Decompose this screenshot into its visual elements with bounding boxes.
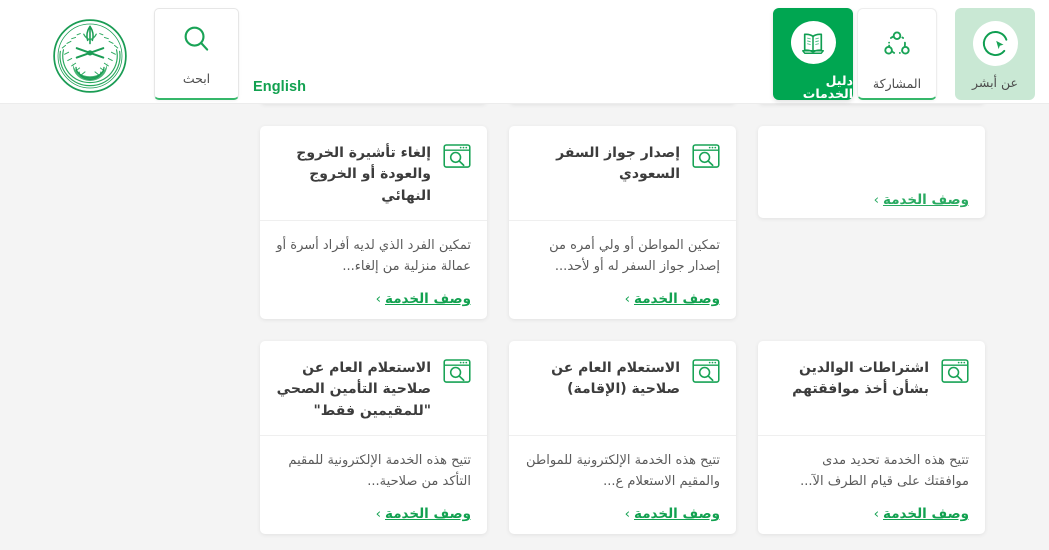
service-card-description: تتيح هذه الخدمة الإلكترونية للمقيم التأك… [288, 452, 471, 489]
nav-tile-participation-label: المشاركة [872, 76, 922, 91]
service-card[interactable]: إصدار جواز السفر السعودي تمكين المواطن أ… [509, 126, 736, 319]
services-card-grid: وصف الخدمة› وصف الخدمة› [0, 104, 1049, 550]
service-card[interactable]: الاستعلام العام عن صلاحية التأمين الصحي … [260, 341, 487, 534]
service-card-body: تتيح هذه الخدمة تحديد مدى موافقتك على قي… [758, 436, 985, 534]
service-card-title: إلغاء تأشيرة الخروج والعودة أو الخروج ال… [296, 145, 431, 204]
service-description-link-label: وصف الخدمة [883, 506, 969, 522]
browser-search-icon [941, 358, 969, 386]
service-card-title: إصدار جواز السفر السعودي [556, 145, 680, 183]
chevron-left-icon: › [375, 506, 382, 522]
chevron-left-icon: › [624, 506, 631, 522]
service-card[interactable]: اشتراطات الوالدين بشأن أخذ موافقتهم تتيح… [758, 341, 985, 534]
nav-tile-services-guide-label: دليل الخدمات [802, 73, 853, 101]
saudi-ministry-of-interior-emblem [51, 17, 129, 95]
cursor-circle-icon [972, 21, 1018, 66]
nav-tile-services-guide[interactable]: دليل الخدمات [773, 8, 853, 100]
service-card-description: تتيح هذه الخدمة تحديد مدى موافقتك على قي… [800, 452, 969, 489]
browser-search-icon [692, 358, 720, 386]
chevron-left-icon: › [873, 506, 880, 522]
open-book-icon [790, 21, 836, 64]
browser-search-icon [443, 143, 471, 171]
service-card-header: اشتراطات الوالدين بشأن أخذ موافقتهم [758, 341, 985, 436]
service-description-link-label: وصف الخدمة [385, 291, 471, 307]
chevron-left-icon: › [624, 291, 631, 307]
service-card-title: الاستعلام العام عن صلاحية (الإقامة) [551, 360, 680, 398]
service-card-description: تمكين المواطن أو ولي أمره من إصدار جواز … [549, 237, 720, 274]
service-description-link[interactable]: وصف الخدمة› [276, 277, 471, 307]
service-description-link-label: وصف الخدمة [385, 506, 471, 522]
share-nodes-icon [875, 22, 920, 67]
service-description-link[interactable]: وصف الخدمة› [774, 492, 969, 522]
nav-tile-participation[interactable]: المشاركة [857, 8, 937, 100]
service-card-header: الاستعلام العام عن صلاحية التأمين الصحي … [260, 341, 487, 436]
service-card-body: تتيح هذه الخدمة الإلكترونية للمقيم التأك… [260, 436, 487, 534]
service-card[interactable]: الاستعلام العام عن صلاحية (الإقامة) تتيح… [509, 341, 736, 534]
service-description-link-label: وصف الخدمة [634, 506, 720, 522]
service-card-header: الاستعلام العام عن صلاحية (الإقامة) [509, 341, 736, 436]
browser-search-icon [443, 358, 471, 386]
service-description-link[interactable]: وصف الخدمة› [525, 492, 720, 522]
service-card-body: وصف الخدمة› [758, 126, 985, 218]
next-row-teaser [0, 546, 1049, 550]
service-card-header: إصدار جواز السفر السعودي [509, 126, 736, 221]
chevron-left-icon: › [375, 291, 382, 307]
service-card-title: اشتراطات الوالدين بشأن أخذ موافقتهم [792, 360, 929, 398]
search-button-label: ابحث [182, 70, 211, 86]
service-description-link[interactable]: وصف الخدمة› [525, 277, 720, 307]
service-description-link-label: وصف الخدمة [634, 291, 720, 307]
service-card-partial[interactable]: وصف الخدمة› [758, 126, 985, 218]
service-card[interactable]: إلغاء تأشيرة الخروج والعودة أو الخروج ال… [260, 126, 487, 319]
service-description-link[interactable]: وصف الخدمة› [276, 492, 471, 522]
nav-tile-about-absher[interactable]: عن أبشر [955, 8, 1035, 100]
browser-search-icon [692, 143, 720, 171]
service-card-title: الاستعلام العام عن صلاحية التأمين الصحي … [276, 360, 431, 419]
service-description-link[interactable]: وصف الخدمة› [774, 178, 969, 208]
search-icon [181, 24, 212, 59]
site-header: ابحث English دليل الخدمات المشاركة عن أب… [0, 0, 1049, 104]
service-card-description: تتيح هذه الخدمة الإلكترونية للمواطن والم… [526, 452, 720, 489]
service-description-link-label: وصف الخدمة [883, 192, 969, 208]
service-card-body: تمكين الفرد الذي لديه أفراد أسرة أو عمال… [260, 221, 487, 319]
english-language-link[interactable]: English [253, 79, 306, 95]
search-button[interactable]: ابحث [154, 8, 239, 100]
service-card-body: تمكين المواطن أو ولي أمره من إصدار جواز … [509, 221, 736, 319]
chevron-left-icon: › [873, 192, 880, 208]
service-card-body: تتيح هذه الخدمة الإلكترونية للمواطن والم… [509, 436, 736, 534]
nav-tile-about-absher-label: عن أبشر [972, 75, 1018, 90]
service-card-description: تمكين الفرد الذي لديه أفراد أسرة أو عمال… [276, 237, 471, 274]
services-scroll-area[interactable]: وصف الخدمة› وصف الخدمة› [0, 104, 1049, 550]
service-card-header: إلغاء تأشيرة الخروج والعودة أو الخروج ال… [260, 126, 487, 221]
